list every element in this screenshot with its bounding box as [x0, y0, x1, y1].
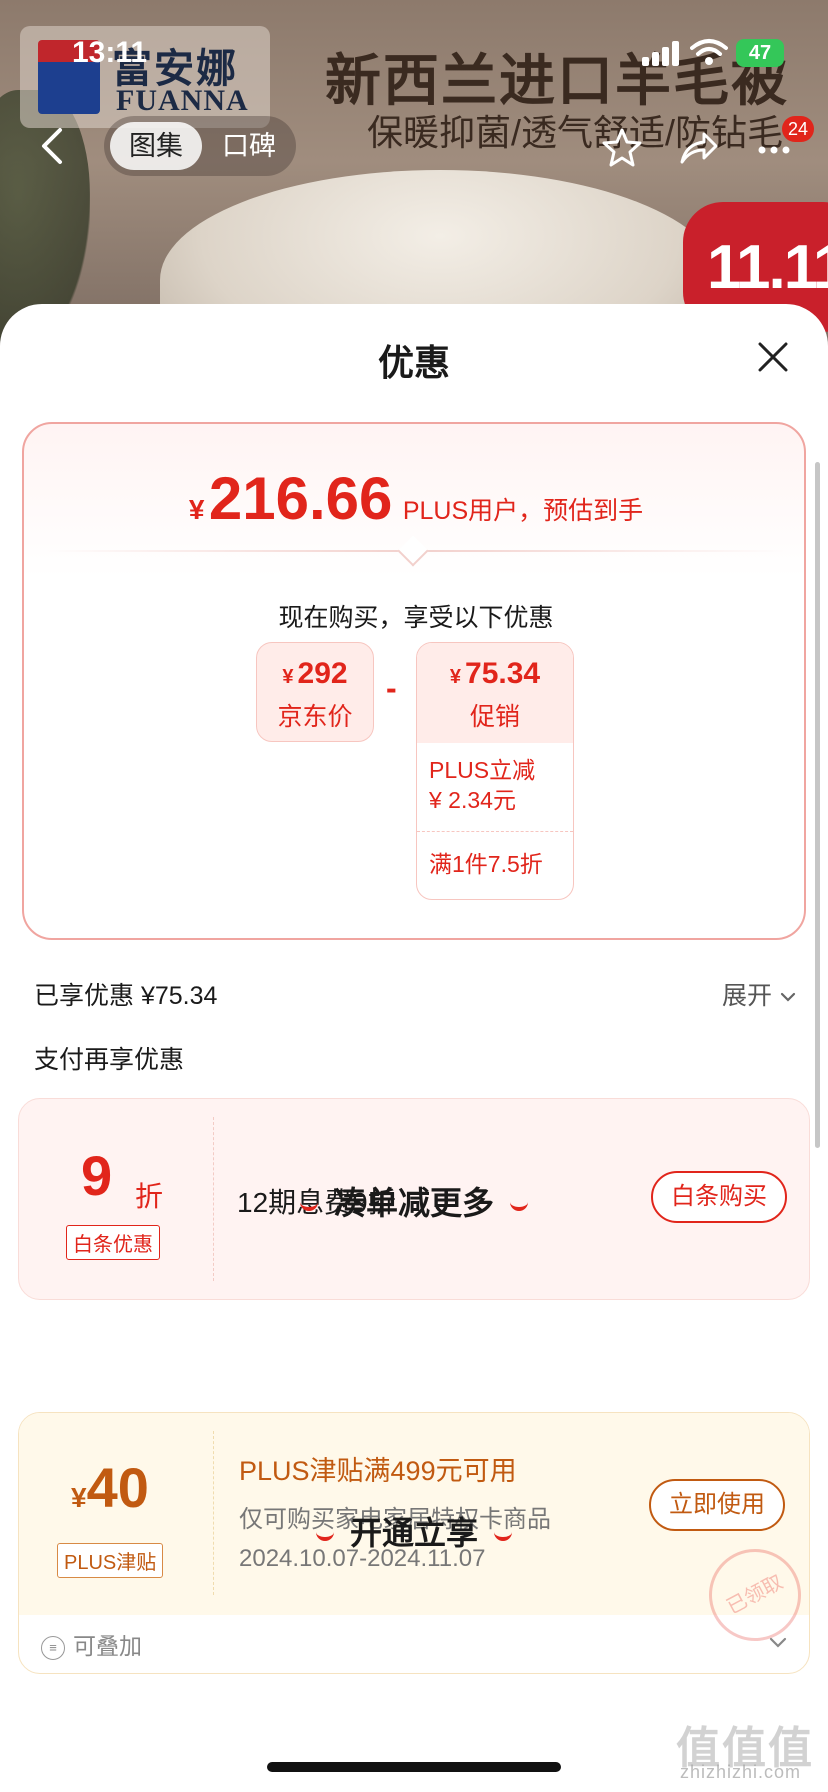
share-icon[interactable]	[676, 126, 720, 170]
brand-name-en: FUANNA	[116, 84, 249, 117]
chevron-down-icon	[780, 992, 796, 1002]
sheet-title: 优惠	[377, 342, 450, 383]
jd-price-label: 京东价	[277, 703, 353, 731]
stackable-row: ≡ 可叠加	[41, 1627, 142, 1661]
price-note: PLUS用户，预估到手	[402, 497, 644, 525]
close-icon[interactable]	[754, 338, 792, 376]
wifi-icon	[690, 39, 728, 65]
baitiao-tag: 白条优惠	[66, 1225, 160, 1260]
banner-subtitle: 保暖抑菌/透气舒适/防钻毛	[367, 112, 784, 153]
estimated-price: ¥ 216.66 PLUS用户，预估到手	[24, 464, 808, 533]
price-breakdown-card: ¥ 216.66 PLUS用户，预估到手 现在购买，享受以下优惠 ¥292 京东…	[22, 422, 806, 940]
watermark-url: zhizhizhi.com	[680, 1762, 802, 1782]
favorite-star-icon[interactable]	[600, 126, 644, 170]
battery-indicator: 47	[736, 39, 784, 67]
full-discount-detail: 满1件7.5折	[429, 851, 543, 877]
plus-discount-line1: PLUS立减	[429, 757, 536, 783]
cellular-signal-icon	[642, 40, 684, 66]
plus-discount-line2: ¥ 2.34元	[429, 787, 516, 813]
section-more-label: 凑单减更多	[333, 1185, 494, 1221]
jd-price-currency: ¥	[282, 666, 294, 688]
plus-discount-detail: PLUS立减 ¥ 2.34元	[429, 755, 535, 815]
chevron-down-icon[interactable]	[767, 1631, 789, 1653]
promo-value: 75.34	[465, 657, 541, 690]
tab-gallery[interactable]: 图集	[110, 122, 202, 170]
scrollbar[interactable]	[815, 462, 820, 1148]
discount-sheet: 优惠 ¥ 216.66 PLUS用户，预估到手 现在购买，享受以下优惠 ¥292…	[0, 304, 828, 1792]
price-currency: ¥	[188, 494, 205, 525]
section-open-label: 开通立享	[349, 1515, 478, 1551]
tab-reviews[interactable]: 口碑	[206, 122, 292, 170]
pay-more-text: 支付再享优惠	[34, 1046, 185, 1074]
promo-currency: ¥	[449, 666, 462, 688]
expand-label: 展开	[722, 982, 773, 1010]
decoration-icon	[510, 1201, 528, 1211]
dashed-divider	[417, 831, 573, 832]
decoration-icon	[299, 1201, 318, 1211]
stackable-label: 可叠加	[73, 1633, 142, 1659]
decoration-icon	[315, 1531, 334, 1541]
minus-sign: -	[386, 670, 397, 706]
price-amount: 216.66	[208, 465, 393, 532]
decoration-icon	[494, 1531, 512, 1541]
message-badge: 24	[782, 116, 814, 142]
plus-coupon-title: PLUS津贴满499元可用	[239, 1456, 517, 1486]
gallery-tabs: 图集 口碑	[104, 116, 296, 176]
promo-tile: ¥75.34 促销 PLUS立减 ¥ 2.34元 满1件7.5折	[416, 642, 574, 900]
back-arrow-icon[interactable]	[38, 126, 68, 166]
jd-price-value: 292	[297, 657, 348, 690]
enjoyed-discount-text: 已享优惠 ¥75.34	[34, 982, 218, 1010]
section-title-open: 开通立享	[0, 1508, 828, 1554]
caret-icon	[397, 535, 429, 567]
section-title-more: 凑单减更多	[0, 1178, 828, 1224]
status-time: 13:11	[72, 36, 148, 69]
home-indicator[interactable]	[267, 1762, 561, 1772]
buy-now-text: 现在购买，享受以下优惠	[278, 604, 554, 632]
expand-button[interactable]: 展开	[722, 976, 797, 1012]
stack-icon: ≡	[41, 1635, 65, 1660]
jd-price-tile: ¥292 京东价	[256, 642, 374, 742]
promo-label: 促销	[469, 703, 520, 731]
